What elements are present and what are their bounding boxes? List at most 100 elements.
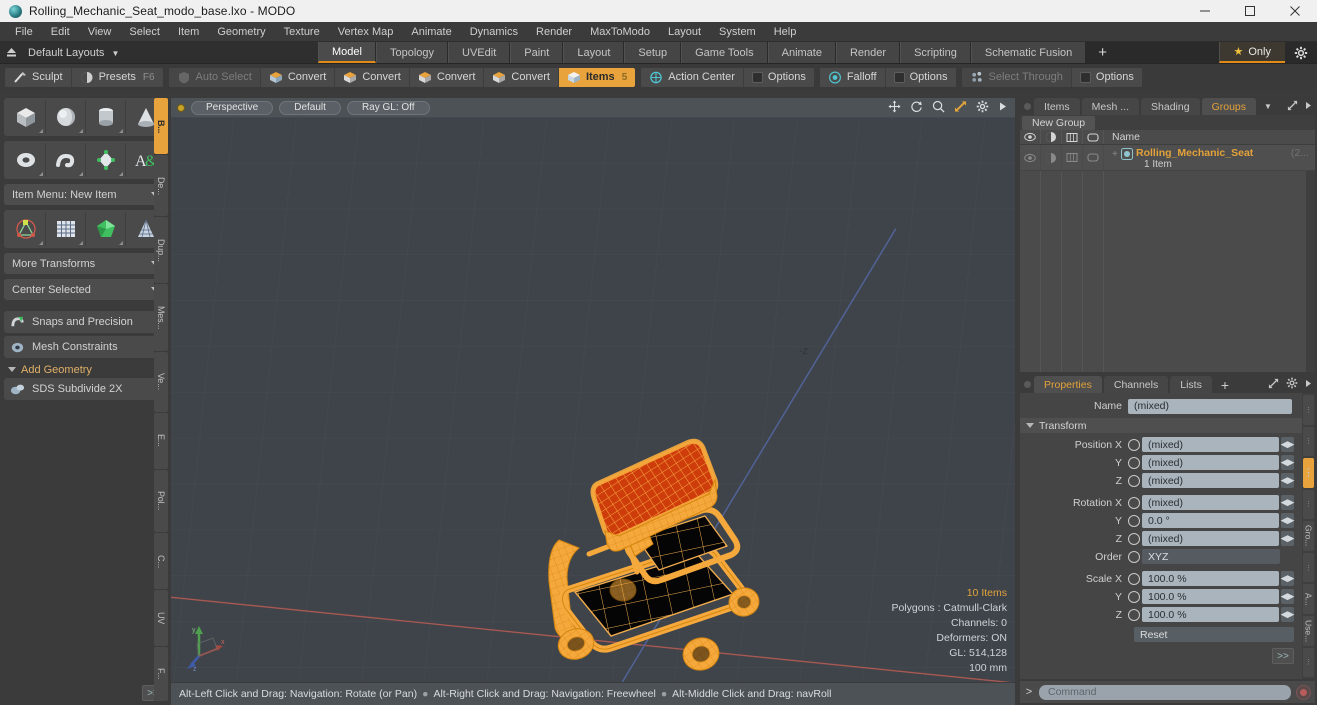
scale-z-field[interactable]: 100.0 % bbox=[1142, 607, 1279, 622]
scale-z-stepper[interactable]: ◀▶ bbox=[1281, 607, 1294, 622]
expander-icon[interactable]: + bbox=[1112, 149, 1118, 160]
tab-groups[interactable]: Groups bbox=[1201, 98, 1257, 115]
presets-button[interactable]: Presets F6 bbox=[71, 67, 163, 87]
menu-geometry[interactable]: Geometry bbox=[208, 22, 274, 42]
convert-button-2[interactable]: Convert bbox=[335, 67, 410, 87]
snaps-and-precision-button[interactable]: Snaps and Precision bbox=[4, 311, 167, 333]
pv-tab-a[interactable]: A... bbox=[1303, 584, 1314, 614]
pv-tab-1[interactable]: ⋮ bbox=[1303, 395, 1314, 425]
tab-mesh-ops[interactable]: Mesh ... bbox=[1081, 98, 1140, 115]
vtab-basic[interactable]: B... bbox=[154, 98, 168, 155]
pan-icon[interactable] bbox=[888, 99, 901, 116]
layout-tab-scripting[interactable]: Scripting bbox=[900, 42, 971, 63]
checkbox-icon[interactable] bbox=[751, 71, 763, 83]
3d-viewport[interactable]: -z y x z 10 Items Polygons: Catmull-Cla… bbox=[171, 117, 1015, 682]
position-x-field[interactable]: (mixed) bbox=[1142, 437, 1279, 452]
order-dropdown[interactable]: XYZ bbox=[1142, 549, 1280, 564]
rotation-z-field[interactable]: (mixed) bbox=[1142, 531, 1279, 546]
scale-x-knob[interactable] bbox=[1128, 572, 1140, 585]
position-z-field[interactable]: (mixed) bbox=[1142, 473, 1279, 488]
convert-button-4[interactable]: Convert bbox=[484, 67, 559, 87]
mesh-constraints-button[interactable]: Mesh Constraints bbox=[4, 336, 167, 358]
rotation-z-stepper[interactable]: ◀▶ bbox=[1281, 531, 1294, 546]
teapot-primitive-icon[interactable] bbox=[86, 143, 126, 177]
rotate-icon[interactable] bbox=[910, 100, 923, 116]
vtab-mesh[interactable]: Mes... bbox=[154, 284, 168, 351]
more-icon[interactable] bbox=[1305, 101, 1312, 113]
pv-tab-groups[interactable]: Gro... bbox=[1303, 521, 1314, 551]
checkbox-icon[interactable] bbox=[1079, 71, 1091, 83]
rotation-y-stepper[interactable]: ◀▶ bbox=[1281, 513, 1294, 528]
select-icon[interactable] bbox=[1083, 130, 1104, 144]
grid-icon[interactable] bbox=[46, 212, 86, 246]
position-z-stepper[interactable]: ◀▶ bbox=[1281, 473, 1294, 488]
tab-properties[interactable]: Properties bbox=[1034, 376, 1102, 393]
only-toggle-button[interactable]: ★ Only bbox=[1218, 42, 1285, 63]
cylinder-primitive-icon[interactable] bbox=[86, 100, 126, 134]
pv-tab-4[interactable]: ⋮ bbox=[1303, 489, 1314, 520]
action-center-button[interactable]: Action Center bbox=[641, 67, 744, 87]
expand-icon[interactable] bbox=[1287, 100, 1298, 114]
scale-z-knob[interactable] bbox=[1128, 608, 1140, 621]
default-layouts-dropdown[interactable]: Default Layouts ▼ bbox=[22, 47, 119, 59]
menu-maxtomodo[interactable]: MaxToModo bbox=[581, 22, 659, 42]
menu-animate[interactable]: Animate bbox=[402, 22, 460, 42]
menu-vertex-map[interactable]: Vertex Map bbox=[329, 22, 403, 42]
properties-menu-dot-icon[interactable] bbox=[1020, 376, 1034, 393]
vtab-vertex[interactable]: Ve... bbox=[154, 351, 168, 412]
rotation-x-field[interactable]: (mixed) bbox=[1142, 495, 1279, 510]
tab-shading[interactable]: Shading bbox=[1141, 98, 1200, 115]
checkbox-icon[interactable] bbox=[893, 71, 905, 83]
row-wire-toggle[interactable] bbox=[1062, 145, 1083, 170]
tab-channels[interactable]: Channels bbox=[1103, 376, 1169, 393]
close-icon[interactable] bbox=[1272, 0, 1317, 22]
command-input[interactable]: Command bbox=[1039, 684, 1291, 700]
vtab-uv[interactable]: UV bbox=[154, 590, 168, 646]
falloff-options-button[interactable]: Options bbox=[885, 67, 956, 87]
vtab-edge[interactable]: E... bbox=[154, 412, 168, 469]
convert-button-1[interactable]: Convert bbox=[260, 67, 336, 87]
menu-file[interactable]: File bbox=[6, 22, 42, 42]
vtab-duplicate[interactable]: Dup... bbox=[154, 217, 168, 284]
vtab-curve[interactable]: C... bbox=[154, 533, 168, 590]
eject-icon[interactable] bbox=[0, 47, 22, 58]
scale-x-field[interactable]: 100.0 % bbox=[1142, 571, 1279, 586]
rotation-y-knob[interactable] bbox=[1128, 514, 1140, 527]
view-mode-dropdown[interactable]: Perspective bbox=[191, 100, 274, 115]
add-properties-tab-button[interactable]: + bbox=[1214, 376, 1236, 393]
groups-tree-empty-area[interactable] bbox=[1020, 171, 1315, 372]
scale-y-stepper[interactable]: ◀▶ bbox=[1281, 589, 1294, 604]
maximize-icon[interactable] bbox=[1227, 0, 1272, 22]
gear-icon[interactable] bbox=[1285, 42, 1317, 63]
transform-icon[interactable] bbox=[6, 212, 46, 246]
minimize-icon[interactable] bbox=[1182, 0, 1227, 22]
vtab-polygon[interactable]: Pol... bbox=[154, 469, 168, 533]
table-row[interactable]: + Rolling_Mechanic_Seat (2... 1 Item bbox=[1020, 145, 1315, 171]
layout-tab-paint[interactable]: Paint bbox=[510, 42, 564, 63]
layout-tab-layout[interactable]: Layout bbox=[563, 42, 625, 63]
properties-expand-button[interactable]: >> bbox=[1272, 648, 1294, 664]
layout-tab-render[interactable]: Render bbox=[835, 42, 901, 63]
shading-dropdown[interactable]: Default bbox=[279, 100, 341, 115]
item-menu-dropdown[interactable]: Item Menu: New Item bbox=[4, 184, 167, 205]
menu-render[interactable]: Render bbox=[527, 22, 581, 42]
menu-system[interactable]: System bbox=[710, 22, 765, 42]
tab-items[interactable]: Items bbox=[1034, 98, 1080, 115]
menu-view[interactable]: View bbox=[79, 22, 121, 42]
layout-tab-game-tools[interactable]: Game Tools bbox=[681, 42, 768, 63]
shade-icon[interactable] bbox=[1041, 130, 1062, 144]
layout-tab-uvedit[interactable]: UVEdit bbox=[448, 42, 511, 63]
menu-select[interactable]: Select bbox=[120, 22, 169, 42]
sculpt-button[interactable]: Sculpt bbox=[5, 67, 72, 87]
gear-icon[interactable] bbox=[1286, 377, 1298, 392]
pv-tab-user[interactable]: Use... bbox=[1303, 615, 1314, 646]
rotation-z-knob[interactable] bbox=[1128, 532, 1140, 545]
position-y-stepper[interactable]: ◀▶ bbox=[1281, 455, 1294, 470]
panel-menu-dot-icon[interactable] bbox=[1020, 98, 1034, 115]
auto-select-button[interactable]: Auto Select bbox=[168, 67, 261, 87]
more-icon[interactable] bbox=[1305, 379, 1312, 391]
rotation-x-knob[interactable] bbox=[1128, 496, 1140, 509]
scale-y-field[interactable]: 100.0 % bbox=[1142, 589, 1279, 604]
vtab-fur[interactable]: F... bbox=[154, 646, 168, 701]
record-icon[interactable] bbox=[1296, 684, 1311, 700]
